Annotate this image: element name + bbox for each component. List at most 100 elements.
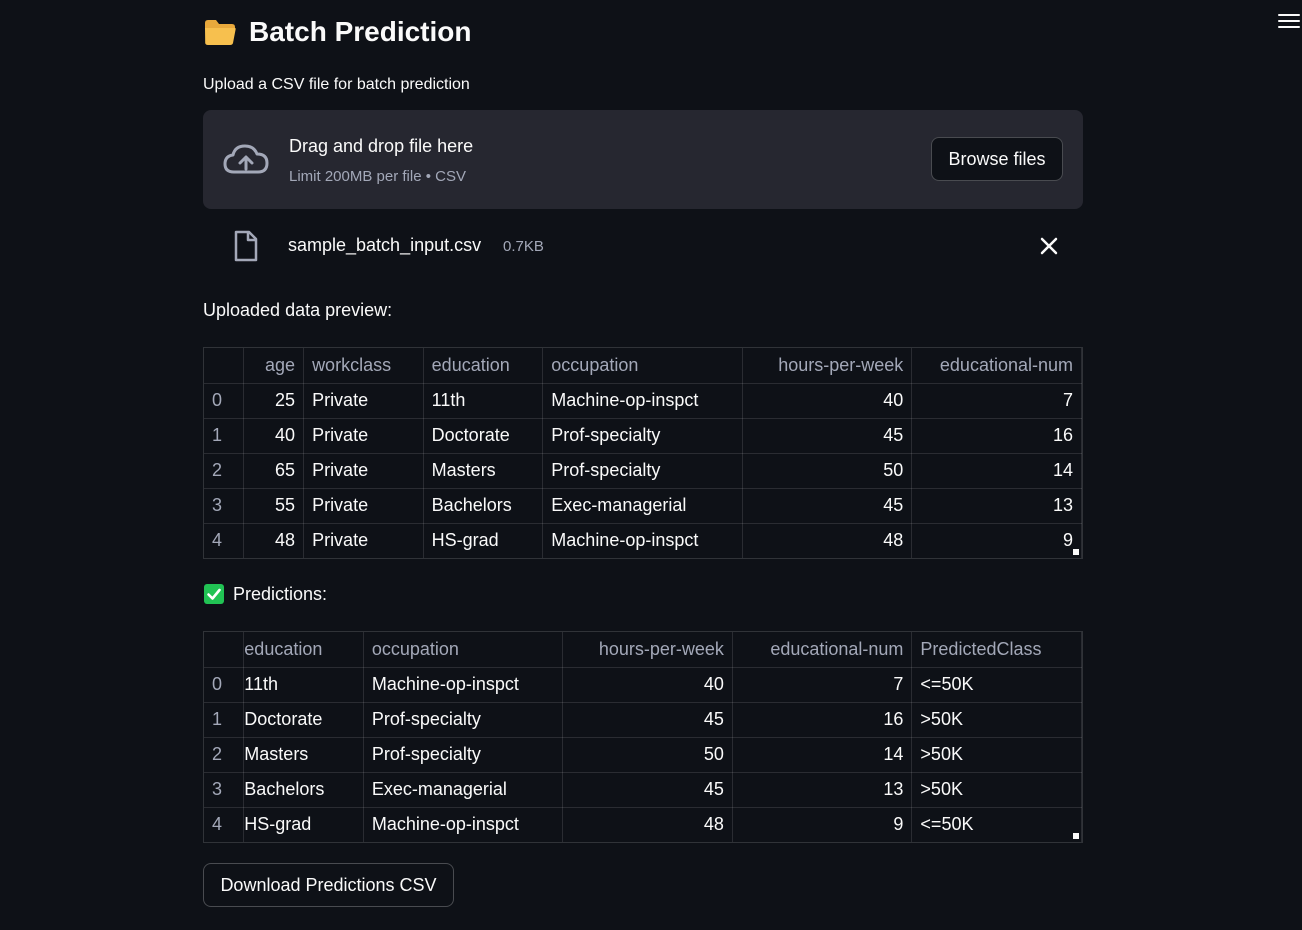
uploaded-file-name: sample_batch_input.csv: [288, 235, 482, 255]
page-header: Batch Prediction: [203, 12, 471, 52]
predictions-label: Predictions:: [233, 583, 328, 604]
column-header: [204, 348, 245, 384]
table-cell[interactable]: Prof-specialty: [542, 418, 743, 454]
table-cell[interactable]: Exec-managerial: [542, 488, 743, 524]
table-cell[interactable]: 7: [911, 383, 1082, 419]
uploaded-file-size: 0.7KB: [503, 238, 544, 255]
column-header[interactable]: educational-num: [911, 348, 1082, 384]
table-cell[interactable]: Doctorate: [423, 418, 544, 454]
table-cell[interactable]: Exec-managerial: [363, 772, 564, 808]
table-row: 2 65 Private Masters Prof-specialty 50 1…: [204, 453, 1082, 489]
column-header[interactable]: education: [423, 348, 544, 384]
table-cell[interactable]: 45: [562, 702, 733, 738]
predictions-table[interactable]: education occupation hours-per-week educ…: [203, 631, 1083, 843]
file-dropzone[interactable]: Drag and drop file here Limit 200MB per …: [203, 110, 1083, 209]
column-header[interactable]: workclass: [303, 348, 424, 384]
table-cell[interactable]: 11th: [243, 667, 364, 703]
table-cell[interactable]: 50: [742, 453, 913, 489]
predicted-class-cell[interactable]: <=50K: [911, 667, 1082, 703]
table-cell[interactable]: Doctorate: [243, 702, 364, 738]
predicted-class-cell[interactable]: <=50K: [911, 807, 1082, 842]
column-header[interactable]: age: [243, 348, 305, 384]
table-cell[interactable]: Masters: [423, 453, 544, 489]
table-cell[interactable]: Private: [303, 453, 424, 489]
table-cell[interactable]: 11th: [423, 383, 544, 419]
table-cell[interactable]: Private: [303, 418, 424, 454]
table-cell[interactable]: Bachelors: [423, 488, 544, 524]
row-index: 4: [204, 523, 245, 558]
table-cell[interactable]: 40: [243, 418, 305, 454]
close-icon[interactable]: [1035, 232, 1063, 260]
table-cell[interactable]: HS-grad: [423, 523, 544, 558]
table-cell[interactable]: Prof-specialty: [363, 702, 564, 738]
table-cell[interactable]: Machine-op-inspct: [363, 667, 564, 703]
table-cell[interactable]: 65: [243, 453, 305, 489]
column-header[interactable]: education: [243, 632, 364, 668]
table-cell[interactable]: 14: [911, 453, 1082, 489]
table-cell[interactable]: 50: [562, 737, 733, 773]
table-cell[interactable]: Prof-specialty: [542, 453, 743, 489]
check-mark-icon: [204, 584, 224, 604]
table-cell[interactable]: 45: [742, 418, 913, 454]
preview-table[interactable]: age workclass education occupation hours…: [203, 347, 1083, 559]
table-cell[interactable]: 45: [742, 488, 913, 524]
table-cell[interactable]: 16: [732, 702, 913, 738]
hamburger-menu-icon[interactable]: [1278, 10, 1300, 32]
app-page: Batch Prediction Upload a CSV file for b…: [0, 0, 1302, 930]
table-cell[interactable]: Machine-op-inspct: [542, 383, 743, 419]
table-header-row: education occupation hours-per-week educ…: [204, 632, 1082, 668]
row-index: 2: [204, 453, 245, 489]
table-cell[interactable]: 9: [911, 523, 1082, 558]
row-index: 3: [204, 772, 245, 808]
table-cell[interactable]: Machine-op-inspct: [363, 807, 564, 842]
table-row: 1 40 Private Doctorate Prof-specialty 45…: [204, 418, 1082, 454]
table-cell[interactable]: 25: [243, 383, 305, 419]
predictions-header: Predictions:: [203, 583, 327, 605]
row-index: 4: [204, 807, 245, 842]
table-resize-handle[interactable]: [1073, 549, 1079, 555]
table-cell[interactable]: Masters: [243, 737, 364, 773]
table-cell[interactable]: 45: [562, 772, 733, 808]
column-header[interactable]: educational-num: [732, 632, 913, 668]
table-resize-handle[interactable]: [1073, 833, 1079, 839]
table-cell[interactable]: Machine-op-inspct: [542, 523, 743, 558]
table-cell[interactable]: HS-grad: [243, 807, 364, 842]
table-cell[interactable]: 13: [911, 488, 1082, 524]
table-cell[interactable]: 40: [562, 667, 733, 703]
predicted-class-cell[interactable]: >50K: [911, 772, 1082, 808]
table-cell[interactable]: 55: [243, 488, 305, 524]
column-header[interactable]: occupation: [363, 632, 564, 668]
table-row: 1 Doctorate Prof-specialty 45 16 >50K: [204, 702, 1082, 738]
table-cell[interactable]: Bachelors: [243, 772, 364, 808]
download-predictions-button[interactable]: Download Predictions CSV: [203, 863, 454, 907]
column-header[interactable]: hours-per-week: [562, 632, 733, 668]
row-index: 1: [204, 702, 245, 738]
dropzone-limit: Limit 200MB per file • CSV: [289, 168, 466, 185]
table-cell[interactable]: 13: [732, 772, 913, 808]
column-header[interactable]: occupation: [542, 348, 743, 384]
table-cell[interactable]: Private: [303, 488, 424, 524]
table-cell[interactable]: 40: [742, 383, 913, 419]
table-cell[interactable]: 48: [562, 807, 733, 842]
table-cell[interactable]: Private: [303, 383, 424, 419]
table-cell[interactable]: Private: [303, 523, 424, 558]
browse-files-button[interactable]: Browse files: [931, 137, 1063, 181]
row-index: 2: [204, 737, 245, 773]
row-index: 0: [204, 383, 245, 419]
predicted-class-cell[interactable]: >50K: [911, 702, 1082, 738]
table-cell[interactable]: 9: [732, 807, 913, 842]
table-cell[interactable]: Prof-specialty: [363, 737, 564, 773]
row-index: 3: [204, 488, 245, 524]
table-cell[interactable]: 16: [911, 418, 1082, 454]
predicted-class-cell[interactable]: >50K: [911, 737, 1082, 773]
table-row: 4 48 Private HS-grad Machine-op-inspct 4…: [204, 523, 1082, 558]
table-header-row: age workclass education occupation hours…: [204, 348, 1082, 384]
table-cell[interactable]: 48: [742, 523, 913, 558]
table-cell[interactable]: 7: [732, 667, 913, 703]
column-header[interactable]: hours-per-week: [742, 348, 913, 384]
table-row: 3 55 Private Bachelors Exec-managerial 4…: [204, 488, 1082, 524]
table-cell[interactable]: 48: [243, 523, 305, 558]
table-row: 2 Masters Prof-specialty 50 14 >50K: [204, 737, 1082, 773]
table-cell[interactable]: 14: [732, 737, 913, 773]
column-header[interactable]: PredictedClass: [911, 632, 1082, 668]
